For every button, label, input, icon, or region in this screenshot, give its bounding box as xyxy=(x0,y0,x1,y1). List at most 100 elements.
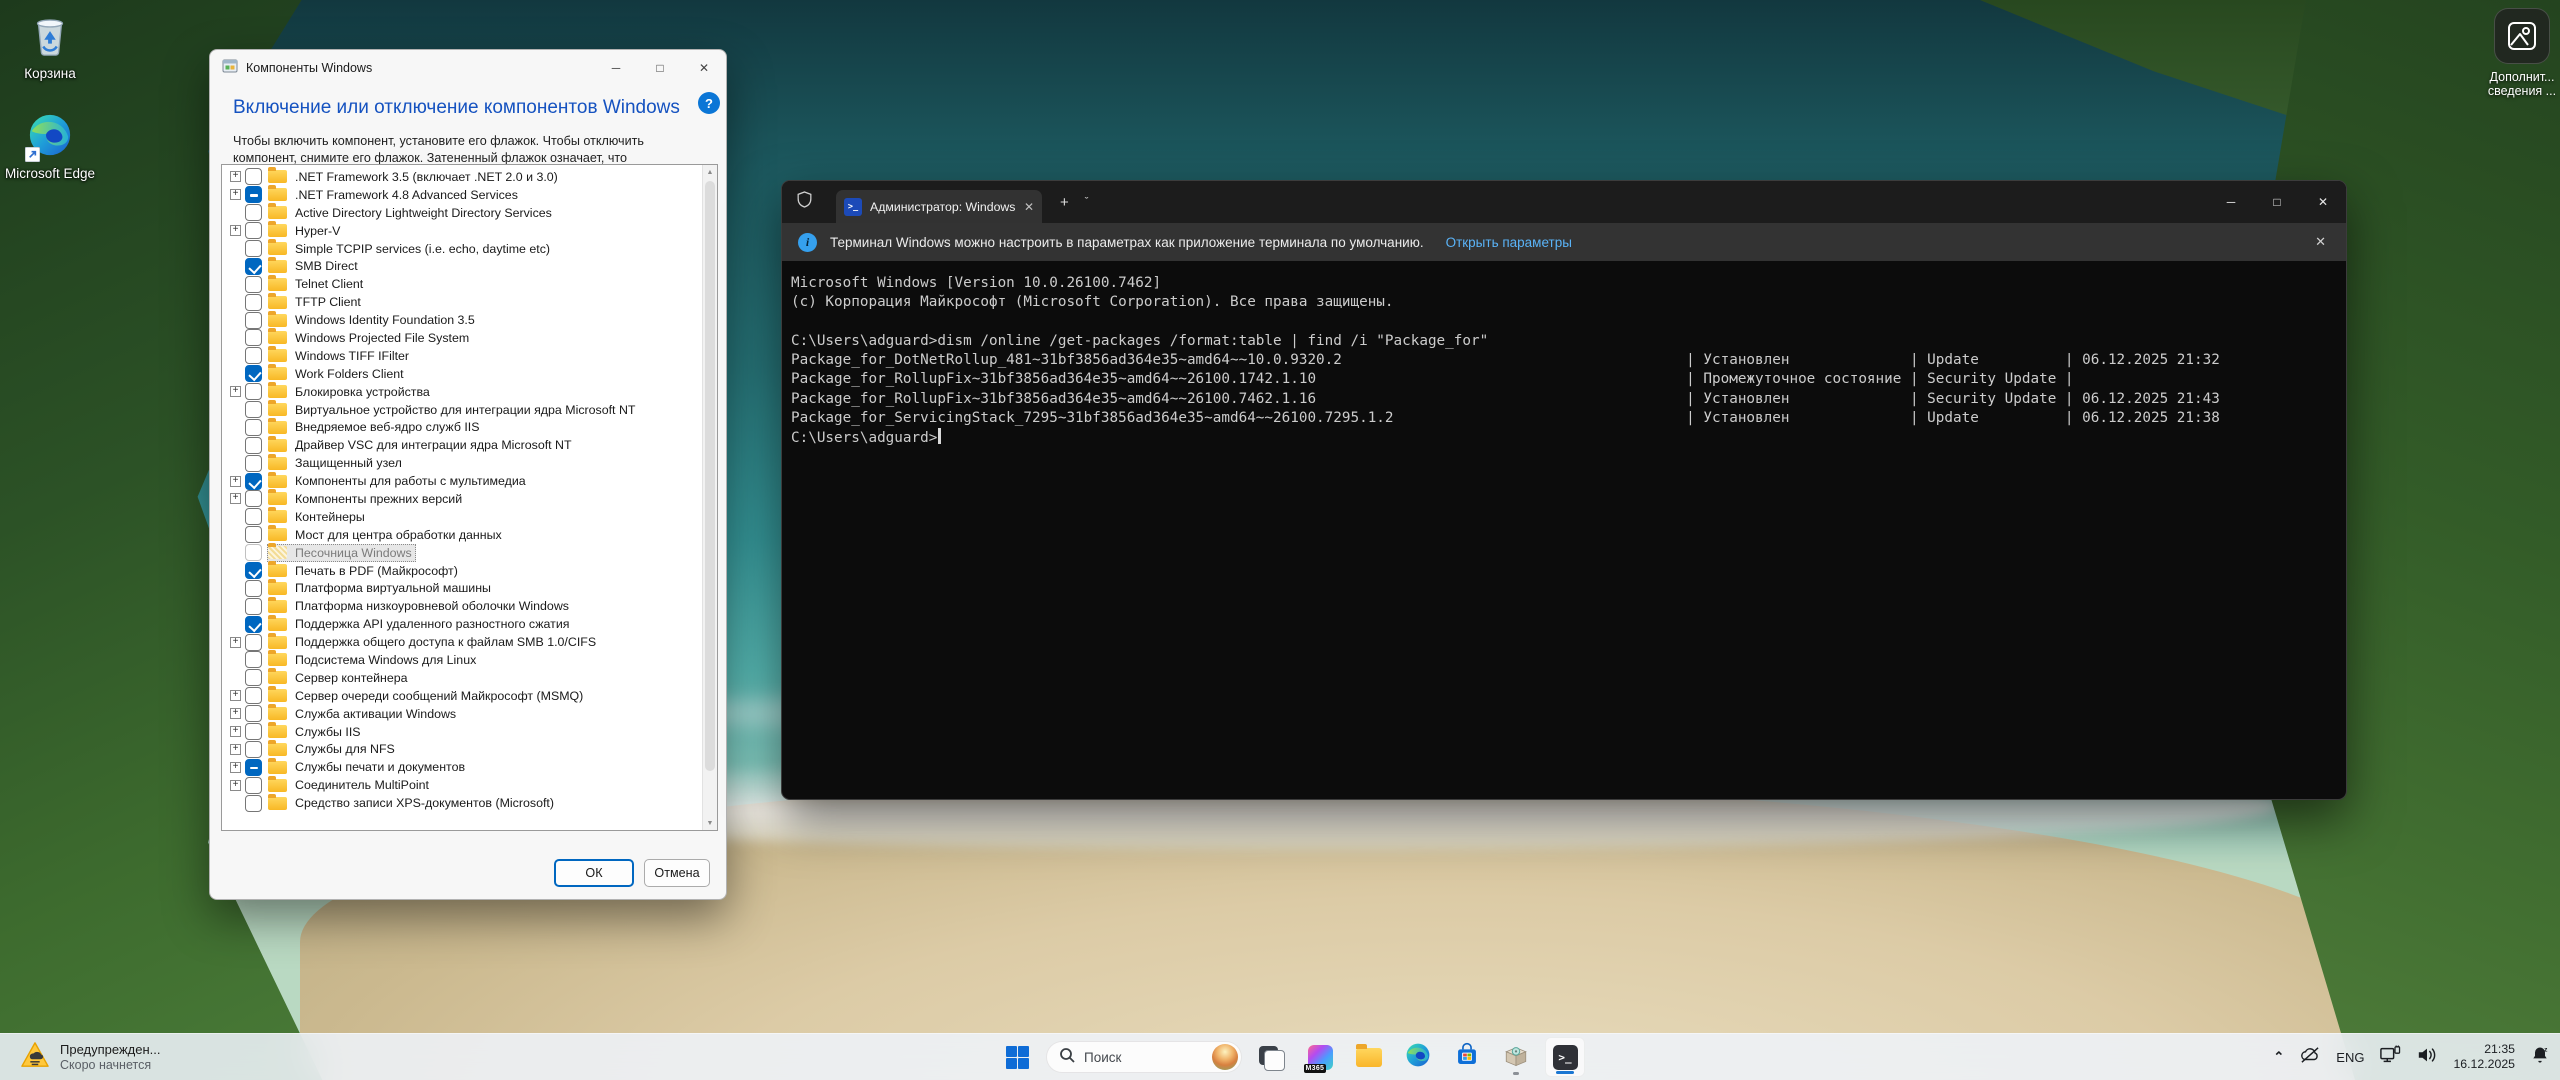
installer-app-button[interactable] xyxy=(1496,1037,1536,1077)
spotlight-learn-more[interactable]: Дополнит... сведения ... xyxy=(2484,8,2560,98)
feature-row[interactable]: + Виртуальное устройство для интеграции … xyxy=(222,400,717,419)
feature-checkbox[interactable] xyxy=(245,723,262,741)
feature-checkbox[interactable] xyxy=(245,240,262,257)
feature-label[interactable]: Службы IIS xyxy=(295,725,361,739)
expander-icon[interactable]: + xyxy=(230,636,241,648)
minimize-icon[interactable]: ─ xyxy=(594,52,638,84)
expander-icon[interactable]: + xyxy=(230,743,241,755)
feature-row[interactable]: + Песочница Windows xyxy=(222,543,717,562)
expander-icon[interactable]: + xyxy=(230,726,241,738)
windows-terminal-button[interactable]: >_ xyxy=(1545,1037,1585,1077)
feature-row[interactable]: + Work Folders Client xyxy=(222,364,717,383)
feature-checkbox[interactable] xyxy=(245,222,262,240)
task-view-button[interactable] xyxy=(1251,1037,1291,1077)
terminal-console[interactable]: Microsoft Windows [Version 10.0.26100.74… xyxy=(782,261,2346,799)
feature-row[interactable]: + Windows Projected File System xyxy=(222,328,717,347)
feature-row[interactable]: + Компоненты прежних версий xyxy=(222,489,717,508)
feature-checkbox[interactable] xyxy=(245,615,262,633)
feature-checkbox[interactable] xyxy=(245,311,262,329)
feature-row[interactable]: + Поддержка API удаленного разностного с… xyxy=(222,614,717,633)
feature-checkbox[interactable] xyxy=(245,347,262,365)
feature-row[interactable]: + Службы IIS xyxy=(222,722,717,741)
feature-label[interactable]: Компоненты прежних версий xyxy=(295,492,462,506)
start-button[interactable] xyxy=(997,1037,1037,1077)
feature-checkbox[interactable] xyxy=(245,794,262,812)
desktop-icon-recycle-bin[interactable]: Корзина xyxy=(2,12,98,81)
feature-row[interactable]: + Сервер контейнера xyxy=(222,668,717,687)
feature-row[interactable]: + .NET Framework 4.8 Advanced Services xyxy=(222,185,717,204)
file-explorer-button[interactable] xyxy=(1349,1037,1389,1077)
feature-checkbox[interactable] xyxy=(245,436,262,454)
feature-label[interactable]: Платформа виртуальной машины xyxy=(295,581,491,595)
expander-icon[interactable]: + xyxy=(230,171,241,183)
feature-checkbox[interactable] xyxy=(245,758,262,776)
feature-label[interactable]: Поддержка общего доступа к файлам SMB 1.… xyxy=(295,635,596,649)
feature-checkbox[interactable] xyxy=(245,418,262,436)
scroll-up-icon[interactable]: ▲ xyxy=(703,165,717,179)
feature-checkbox[interactable] xyxy=(245,329,262,347)
feature-checkbox[interactable] xyxy=(245,651,262,669)
feature-label[interactable]: Подсистема Windows для Linux xyxy=(295,653,476,667)
feature-checkbox[interactable] xyxy=(245,776,262,794)
feature-label[interactable]: Active Directory Lightweight Directory S… xyxy=(295,206,552,220)
feature-checkbox[interactable] xyxy=(245,597,262,615)
help-icon[interactable]: ? xyxy=(698,92,720,114)
feature-label[interactable]: SMB Direct xyxy=(295,259,358,273)
feature-label[interactable]: Windows TIFF IFilter xyxy=(295,349,409,363)
feature-label[interactable]: .NET Framework 3.5 (включает .NET 2.0 и … xyxy=(295,170,558,184)
copilot-m365-button[interactable]: M365 xyxy=(1300,1037,1340,1077)
feature-checkbox[interactable] xyxy=(245,293,262,311)
feature-label[interactable]: Telnet Client xyxy=(295,277,363,291)
feature-checkbox[interactable] xyxy=(245,508,262,526)
feature-row[interactable]: + Windows TIFF IFilter xyxy=(222,346,717,365)
feature-checkbox[interactable] xyxy=(245,669,262,687)
feature-checkbox[interactable] xyxy=(245,526,262,544)
dialog-titlebar[interactable]: Компоненты Windows ─ □ ✕ xyxy=(210,50,726,86)
feature-label[interactable]: Windows Projected File System xyxy=(295,331,469,345)
feature-label[interactable]: Поддержка API удаленного разностного сжа… xyxy=(295,617,569,631)
feature-checkbox[interactable] xyxy=(245,687,262,705)
scrollbar[interactable]: ▲ ▼ xyxy=(702,165,717,830)
expander-icon[interactable]: + xyxy=(230,493,241,505)
feature-label[interactable]: Песочница Windows xyxy=(295,546,412,560)
edge-button[interactable] xyxy=(1398,1037,1438,1077)
feature-label[interactable]: Службы для NFS xyxy=(295,742,395,756)
feature-label[interactable]: Компоненты для работы с мультимедиа xyxy=(295,474,526,488)
feature-row[interactable]: + Службы для NFS xyxy=(222,739,717,759)
widgets-button[interactable]: Предупрежден... Скоро начнется xyxy=(10,1037,170,1077)
feature-label[interactable]: Служба активации Windows xyxy=(295,707,456,721)
feature-label[interactable]: Сервер контейнера xyxy=(295,671,408,685)
open-settings-link[interactable]: Открыть параметры xyxy=(1446,235,1572,250)
feature-row[interactable]: + Active Directory Lightweight Directory… xyxy=(222,203,717,222)
feature-checkbox[interactable] xyxy=(245,275,262,293)
maximize-icon[interactable]: □ xyxy=(2254,181,2300,223)
expander-icon[interactable]: + xyxy=(230,690,241,702)
tab-close-icon[interactable]: ✕ xyxy=(1024,200,1034,214)
ok-button[interactable]: ОК xyxy=(554,859,634,887)
feature-row[interactable]: + Службы печати и документов xyxy=(222,757,717,776)
network-icon[interactable] xyxy=(2379,1044,2401,1070)
feature-checkbox[interactable] xyxy=(245,186,262,204)
onedrive-paused-icon[interactable] xyxy=(2299,1046,2321,1069)
feature-row[interactable]: + .NET Framework 3.5 (включает .NET 2.0 … xyxy=(222,167,717,186)
feature-label[interactable]: .NET Framework 4.8 Advanced Services xyxy=(295,188,518,202)
feature-label[interactable]: Средство записи XPS-документов (Microsof… xyxy=(295,796,554,810)
feature-row[interactable]: + Мост для центра обработки данных xyxy=(222,525,717,544)
feature-row[interactable]: + Контейнеры xyxy=(222,507,717,526)
feature-row[interactable]: + Внедряемое веб-ядро служб IIS xyxy=(222,417,717,436)
feature-row[interactable]: + Поддержка общего доступа к файлам SMB … xyxy=(222,632,717,651)
cancel-button[interactable]: Отмена xyxy=(644,859,710,887)
expander-icon[interactable]: + xyxy=(230,761,241,773)
feature-label[interactable]: Hyper-V xyxy=(295,224,340,238)
scroll-down-icon[interactable]: ▼ xyxy=(703,816,717,830)
feature-label[interactable]: Блокировка устройства xyxy=(295,385,430,399)
feature-row[interactable]: + Сервер очереди сообщений Майкрософт (M… xyxy=(222,686,717,705)
feature-label[interactable]: Службы печати и документов xyxy=(295,760,465,774)
feature-row[interactable]: + Защищенный узел xyxy=(222,453,717,472)
close-icon[interactable]: ✕ xyxy=(2300,181,2346,223)
close-icon[interactable]: ✕ xyxy=(682,52,726,84)
tab-dropdown-icon[interactable]: ˇ xyxy=(1085,196,1089,208)
feature-label[interactable]: Внедряемое веб-ядро служб IIS xyxy=(295,420,480,434)
feature-label[interactable]: Защищенный узел xyxy=(295,456,402,470)
minimize-icon[interactable]: ─ xyxy=(2208,181,2254,223)
